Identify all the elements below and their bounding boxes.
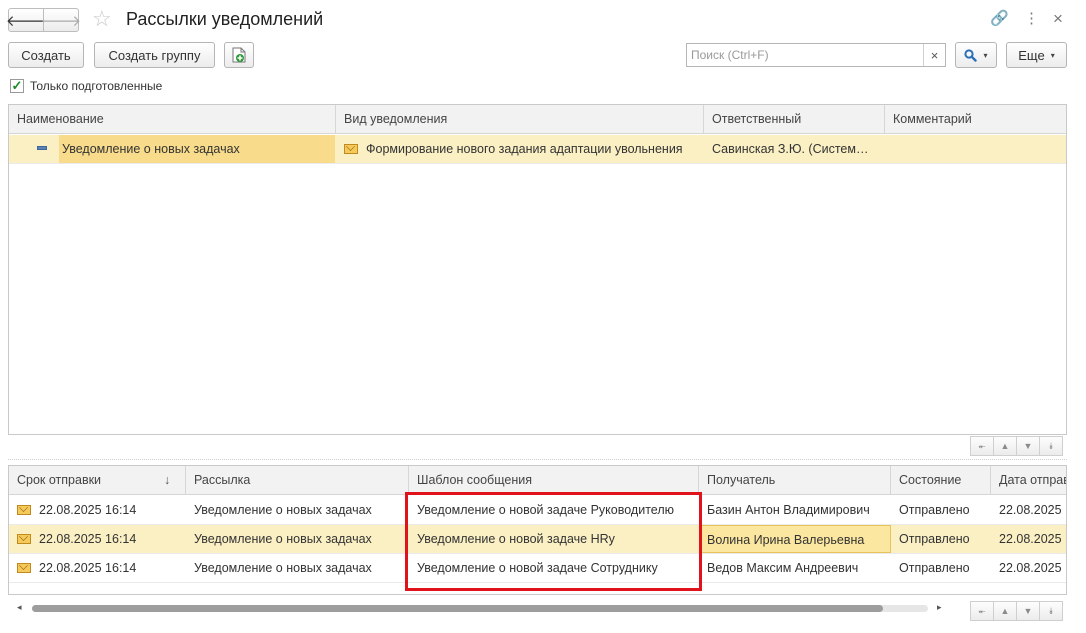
table-header: Наименование Вид уведомления Ответственн… — [9, 105, 1066, 134]
table-row[interactable]: Уведомление о новых задачах Формирование… — [9, 135, 1066, 164]
prev-row-button[interactable]: ▲ — [993, 436, 1017, 456]
back-button[interactable]: 🡐 — [6, 8, 46, 32]
last-icon: ⯯ — [1048, 605, 1054, 616]
scrollbar-thumb[interactable] — [32, 605, 884, 612]
row-name[interactable]: Уведомление о новых задачах — [59, 135, 335, 163]
star-icon[interactable]: ☆ — [92, 7, 112, 31]
envelope-icon — [344, 144, 358, 154]
column-header-responsible[interactable]: Ответственный — [704, 105, 885, 134]
search-icon — [964, 48, 978, 62]
add-document-button[interactable] — [224, 42, 254, 68]
chevron-down-icon: ▾ — [1050, 50, 1055, 60]
next-row-button[interactable]: ▼ — [1016, 601, 1040, 621]
clear-search-button[interactable]: × — [923, 44, 945, 66]
link-icon[interactable]: 🔗 — [990, 9, 1009, 29]
splitter[interactable] — [8, 459, 1067, 460]
add-document-icon — [232, 47, 246, 63]
row-status[interactable]: Отправлено — [891, 525, 991, 553]
column-header-comment[interactable]: Комментарий — [885, 105, 1066, 134]
next-row-button[interactable]: ▼ — [1016, 436, 1040, 456]
last-row-button[interactable]: ⯯ — [1039, 436, 1063, 456]
row-sent-date[interactable]: 22.08.2025 — [991, 554, 1066, 582]
last-icon: ⯯ — [1048, 440, 1054, 451]
close-icon[interactable]: × — [1053, 9, 1063, 29]
row-sent-date[interactable]: 22.08.2025 — [991, 496, 1066, 524]
row-deadline-text: 22.08.2025 16:14 — [39, 503, 137, 517]
first-icon: ⯬ — [978, 440, 986, 451]
forward-button[interactable]: 🡒 — [40, 8, 82, 32]
highlight-frame — [405, 492, 702, 591]
first-row-button[interactable]: ⯬ — [970, 601, 994, 621]
group-marker — [9, 135, 59, 163]
up-icon: ▲ — [1000, 606, 1010, 616]
column-header-notification-type[interactable]: Вид уведомления — [336, 105, 704, 134]
sort-desc-icon: ↓ — [164, 473, 171, 487]
column-header-status[interactable]: Состояние — [891, 466, 991, 495]
close-icon: × — [930, 47, 939, 63]
horizontal-scrollbar[interactable] — [32, 605, 928, 612]
arrow-right-icon: 🡒 — [40, 12, 82, 30]
scroll-left-button[interactable]: ◂ — [17, 602, 22, 613]
table-header: Срок отправки ↓ Рассылка Шаблон сообщени… — [9, 466, 1066, 495]
more-button-label: Еще — [1018, 47, 1045, 63]
row-notification-type[interactable]: Формирование нового задания адаптации ув… — [336, 135, 704, 163]
more-button[interactable]: Еще ▾ — [1006, 42, 1067, 68]
page-title: Рассылки уведомлений — [126, 9, 324, 29]
row-comment[interactable] — [885, 135, 1066, 163]
create-button[interactable]: Создать — [8, 42, 84, 68]
column-header-name[interactable]: Наименование — [9, 105, 336, 134]
row-recipient[interactable]: Ведов Максим Андреевич — [699, 554, 891, 582]
column-header-recipient[interactable]: Получатель — [699, 466, 891, 495]
first-row-button[interactable]: ⯬ — [970, 436, 994, 456]
only-prepared-label[interactable]: Только подготовленные — [30, 79, 162, 93]
row-deadline[interactable]: 22.08.2025 16:14 — [9, 554, 186, 582]
row-recipient[interactable]: Волина Ирина Валерьевна — [699, 525, 891, 553]
row-status[interactable]: Отправлено — [891, 496, 991, 524]
search-input[interactable] — [687, 44, 923, 66]
down-icon: ▼ — [1023, 606, 1033, 616]
search-field[interactable]: × — [686, 43, 946, 67]
only-prepared-checkbox[interactable]: ✓ — [10, 79, 24, 93]
row-responsible[interactable]: Савинская З.Ю. (Систем… — [704, 135, 885, 163]
checkmark-icon: ✓ — [11, 78, 23, 93]
mailings-table: Наименование Вид уведомления Ответственн… — [8, 104, 1067, 435]
envelope-icon — [17, 534, 31, 544]
row-status[interactable]: Отправлено — [891, 554, 991, 582]
envelope-icon — [17, 505, 31, 515]
search-button[interactable]: ▾ — [955, 42, 997, 68]
last-row-button[interactable]: ⯯ — [1039, 601, 1063, 621]
row-mailing[interactable]: Уведомление о новых задачах — [186, 496, 409, 524]
chevron-down-icon: ▾ — [983, 50, 988, 60]
row-recipient[interactable]: Базин Антон Владимирович — [699, 496, 891, 524]
row-deadline-text: 22.08.2025 16:14 — [39, 532, 137, 546]
column-header-sent-date[interactable]: Дата отправ — [991, 466, 1066, 495]
row-mailing[interactable]: Уведомление о новых задачах — [186, 525, 409, 553]
row-mailing[interactable]: Уведомление о новых задачах — [186, 554, 409, 582]
group-icon — [37, 146, 47, 150]
bottom-table-nav: ⯬ ▲ ▼ ⯯ — [970, 601, 1063, 621]
top-table-nav: ⯬ ▲ ▼ ⯯ — [970, 436, 1063, 456]
envelope-icon — [17, 563, 31, 573]
prev-row-button[interactable]: ▲ — [993, 601, 1017, 621]
row-deadline[interactable]: 22.08.2025 16:14 — [9, 496, 186, 524]
row-sent-date[interactable]: 22.08.2025 — [991, 525, 1066, 553]
row-deadline[interactable]: 22.08.2025 16:14 — [9, 525, 186, 553]
scroll-right-button[interactable]: ▸ — [937, 602, 942, 613]
column-header-deadline-label: Срок отправки — [17, 473, 102, 487]
column-header-template[interactable]: Шаблон сообщения — [409, 466, 699, 495]
vertical-dots-icon[interactable]: ⋮ — [1024, 9, 1039, 29]
create-group-button[interactable]: Создать группу — [94, 42, 215, 68]
column-header-deadline[interactable]: Срок отправки ↓ — [9, 466, 186, 495]
column-header-mailing[interactable]: Рассылка — [186, 466, 409, 495]
row-deadline-text: 22.08.2025 16:14 — [39, 561, 137, 575]
up-icon: ▲ — [1000, 441, 1010, 451]
row-notification-type-text: Формирование нового задания адаптации ув… — [366, 142, 683, 156]
first-icon: ⯬ — [978, 605, 986, 616]
down-icon: ▼ — [1023, 441, 1033, 451]
